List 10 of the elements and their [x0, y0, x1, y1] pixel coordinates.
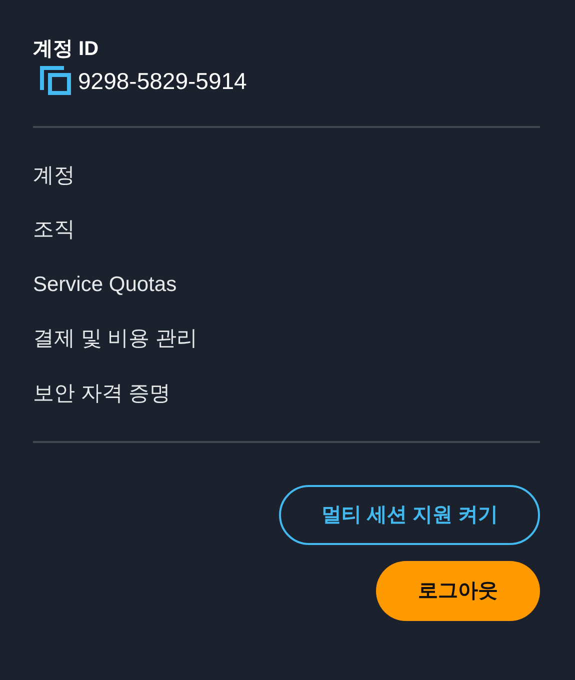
- account-id-label: 계정 ID: [33, 37, 99, 62]
- menu-link[interactable]: 조직: [33, 202, 75, 257]
- menu-link[interactable]: 보안 자격 증명: [33, 366, 171, 420]
- copy-icon[interactable]: [40, 66, 72, 96]
- multi-session-button[interactable]: 멀티 세션 지원 켜기: [279, 484, 540, 544]
- sign-out-button[interactable]: 로그아웃: [376, 560, 540, 620]
- menu-link[interactable]: 결제 및 비용 관리: [33, 312, 198, 366]
- account-id-number: 9298-5829-5914: [78, 67, 247, 96]
- menu-link[interactable]: 계정: [33, 148, 75, 202]
- menu-link[interactable]: Service Quotas: [33, 257, 177, 312]
